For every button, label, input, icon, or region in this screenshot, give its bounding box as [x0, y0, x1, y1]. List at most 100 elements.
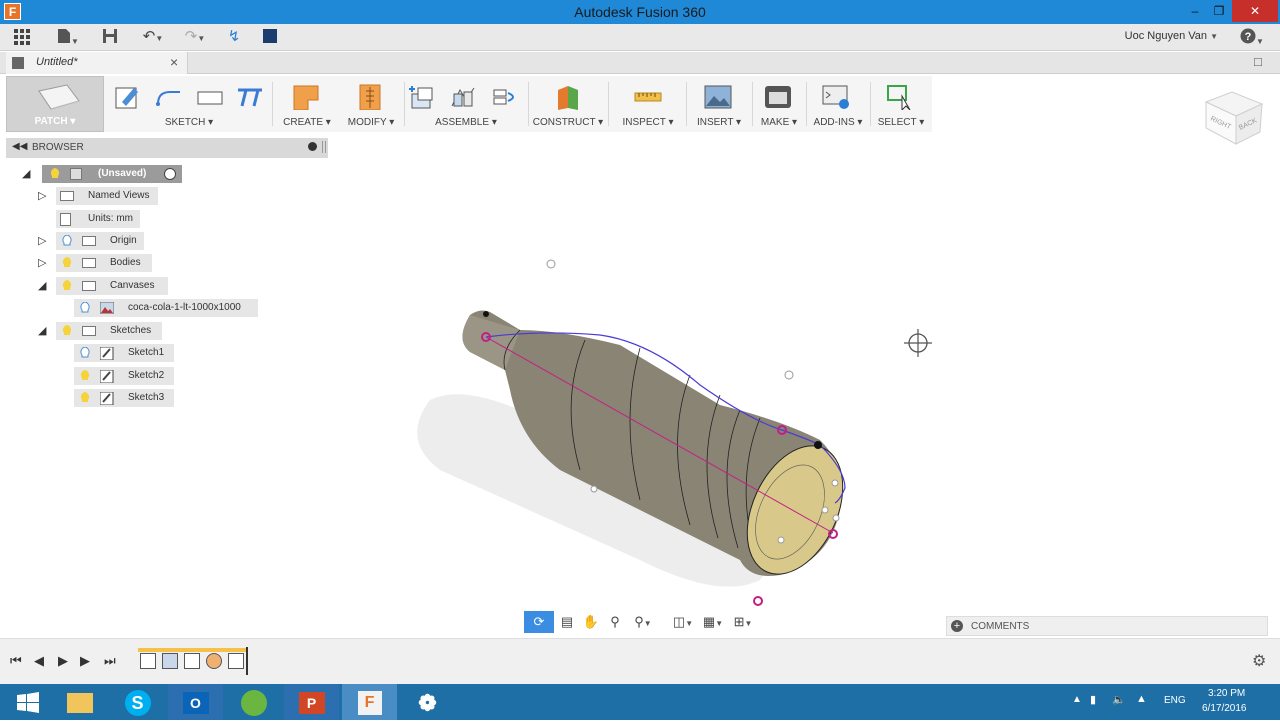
redo-icon[interactable]: ↷▼: [180, 28, 210, 46]
browser-node-sketch1[interactable]: Sketch1: [74, 344, 174, 362]
show-hidden-icons-icon[interactable]: ▲: [1072, 694, 1082, 705]
select-menu[interactable]: SELECT ▾: [872, 76, 930, 132]
add-ins-menu[interactable]: ADD-INS ▾: [808, 76, 868, 132]
browser-node-bodies[interactable]: Bodies: [56, 254, 152, 272]
job-status-icon[interactable]: [260, 28, 280, 46]
timeline-sketch-icon[interactable]: [140, 653, 156, 669]
patch-workspace-switcher[interactable]: PATCH ▾: [6, 76, 104, 132]
insert-menu[interactable]: INSERT ▾: [688, 76, 750, 132]
collapse-triangle-icon[interactable]: ◢: [38, 324, 46, 337]
visibility-bulb-icon[interactable]: [50, 168, 60, 180]
close-tab-icon[interactable]: ×: [170, 54, 178, 70]
pan-hand-icon[interactable]: ✋: [580, 611, 602, 633]
comments-panel[interactable]: + COMMENTS: [946, 616, 1268, 636]
zoom-icon[interactable]: ⚲: [604, 611, 626, 633]
inspect-menu[interactable]: INSPECT ▾: [612, 76, 684, 132]
clock-time[interactable]: 3:20 PM: [1208, 688, 1245, 699]
user-account-menu[interactable]: Uoc Nguyen Van ▼: [1125, 30, 1218, 42]
timeline-playhead[interactable]: [246, 647, 248, 675]
expand-triangle-icon[interactable]: ▷: [38, 234, 46, 247]
line-icon[interactable]: [154, 84, 182, 110]
visibility-bulb-icon[interactable]: [62, 325, 72, 337]
go-to-end-icon[interactable]: ⏭: [104, 653, 116, 669]
browser-minimize-icon[interactable]: [308, 142, 317, 151]
step-forward-icon[interactable]: ▶: [80, 653, 90, 669]
fusion-command-icon[interactable]: ↯: [224, 28, 244, 46]
timeline-revolve-icon[interactable]: [206, 653, 222, 669]
visibility-bulb-off-icon[interactable]: [62, 235, 72, 247]
collapse-triangle-icon[interactable]: ◢: [22, 167, 30, 180]
joint-icon[interactable]: [450, 84, 478, 110]
new-component-icon[interactable]: [408, 84, 436, 110]
timeline-canvas-icon[interactable]: [162, 653, 178, 669]
start-windows-icon[interactable]: [0, 684, 55, 720]
clock-date[interactable]: 6/17/2016: [1202, 703, 1247, 714]
play-icon[interactable]: ▶: [58, 653, 68, 669]
fit-icon[interactable]: ⚲▼: [628, 611, 658, 633]
visibility-bulb-icon[interactable]: [62, 257, 72, 269]
collapse-browser-icon[interactable]: ◀◀: [12, 141, 27, 152]
save-icon[interactable]: [100, 28, 120, 46]
browser-node-sketch3[interactable]: Sketch3: [74, 389, 174, 407]
collapse-triangle-icon[interactable]: ◢: [38, 279, 46, 292]
orbit-center-icon[interactable]: [902, 327, 934, 359]
speaker-icon[interactable]: 🔈: [1112, 693, 1126, 706]
viewports-icon[interactable]: ⊞▼: [728, 611, 758, 633]
tab-overflow-icon[interactable]: □: [1254, 54, 1262, 69]
file-menu-icon[interactable]: ▼: [54, 28, 82, 46]
outlook-icon[interactable]: O: [168, 684, 223, 720]
visibility-bulb-icon[interactable]: [80, 392, 90, 404]
expand-triangle-icon[interactable]: ▷: [38, 256, 46, 269]
minimize-icon[interactable]: –: [1182, 0, 1208, 22]
visibility-bulb-icon[interactable]: [62, 280, 72, 292]
rectangle-icon[interactable]: [196, 84, 224, 110]
motion-link-icon[interactable]: [492, 84, 520, 110]
modify-menu[interactable]: MODIFY ▾: [340, 76, 402, 132]
sketch-menu[interactable]: SKETCH ▾: [110, 76, 268, 132]
browser-node-sketch2[interactable]: Sketch2: [74, 367, 174, 385]
skype-icon[interactable]: S: [110, 684, 165, 720]
make-menu[interactable]: MAKE ▾: [754, 76, 804, 132]
browser-pin-icon[interactable]: [322, 141, 326, 153]
timeline-sketch-icon[interactable]: [228, 653, 244, 669]
help-icon[interactable]: ? ▼: [1238, 28, 1266, 46]
visibility-bulb-icon[interactable]: [80, 370, 90, 382]
bottle-3d-model[interactable]: [400, 250, 960, 620]
go-to-start-icon[interactable]: ⏮: [10, 653, 22, 669]
browser-node-sketches[interactable]: Sketches: [56, 322, 162, 340]
browser-node-canvases[interactable]: Canvases: [56, 277, 168, 295]
browser-node-origin[interactable]: Origin: [56, 232, 144, 250]
powerpoint-icon[interactable]: P: [284, 684, 339, 720]
close-window-icon[interactable]: ✕: [1232, 0, 1278, 22]
trim-icon[interactable]: [236, 84, 264, 110]
look-at-icon[interactable]: ▤: [556, 611, 578, 633]
activate-radio-icon[interactable]: [164, 168, 176, 180]
power-icon[interactable]: ▮: [1090, 693, 1096, 706]
tab-untitled[interactable]: Untitled* ×: [6, 52, 188, 74]
visibility-bulb-off-icon[interactable]: [80, 302, 90, 314]
browser-node-canvas-item[interactable]: coca-cola-1-lt-1000x1000: [74, 299, 258, 317]
timeline-sketch-icon[interactable]: [184, 653, 200, 669]
expand-triangle-icon[interactable]: ▷: [38, 189, 46, 202]
maximize-icon[interactable]: ❐: [1206, 0, 1232, 22]
add-comment-icon[interactable]: +: [951, 620, 963, 632]
assemble-menu[interactable]: ASSEMBLE ▾: [406, 76, 526, 132]
viewcube[interactable]: RIGHT BACK: [1196, 86, 1270, 150]
browser-header[interactable]: ◀◀ BROWSER: [6, 138, 328, 158]
undo-icon[interactable]: ↶▼: [138, 28, 168, 46]
network-app-icon[interactable]: ❁: [400, 684, 455, 720]
construct-menu[interactable]: CONSTRUCT ▾: [532, 76, 604, 132]
create-sketch-icon[interactable]: [114, 84, 142, 110]
visibility-bulb-off-icon[interactable]: [80, 347, 90, 359]
root-component[interactable]: (Unsaved): [42, 165, 182, 183]
data-panel-grid-icon[interactable]: [12, 28, 32, 46]
browser-node-units[interactable]: Units: mm: [56, 210, 140, 228]
browser-node-named-views[interactable]: Named Views: [56, 187, 158, 205]
step-back-icon[interactable]: ◀: [34, 653, 44, 669]
green-app-icon[interactable]: [226, 684, 281, 720]
file-explorer-icon[interactable]: [52, 684, 107, 720]
display-settings-icon[interactable]: ◫▼: [668, 611, 698, 633]
fusion-360-taskbar-icon[interactable]: F: [342, 684, 397, 720]
grid-settings-icon[interactable]: ▦▼: [698, 611, 728, 633]
create-menu[interactable]: CREATE ▾: [276, 76, 338, 132]
